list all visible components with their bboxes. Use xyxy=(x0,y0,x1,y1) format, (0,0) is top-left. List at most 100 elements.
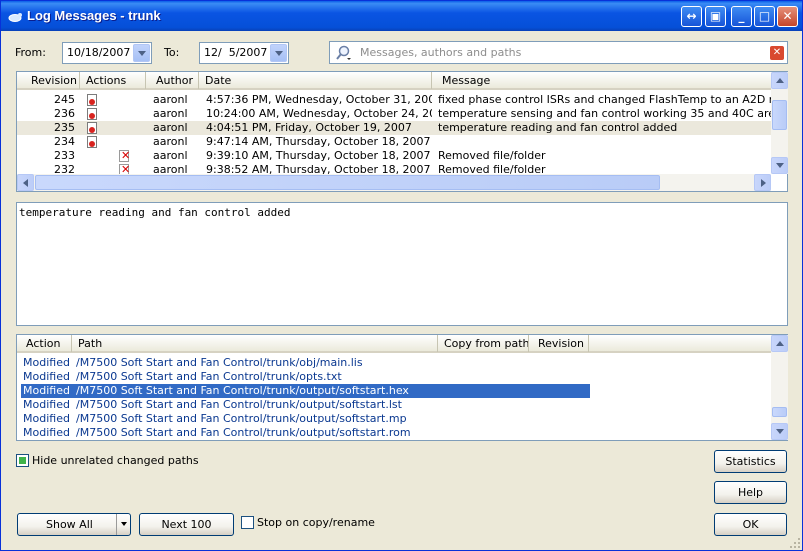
scroll-right-icon[interactable] xyxy=(754,174,771,191)
revision-date: 9:47:14 AM, Thursday, October 18, 2007 xyxy=(206,135,431,148)
revisions-hscrollbar[interactable] xyxy=(17,174,771,191)
scroll-up-icon[interactable] xyxy=(771,72,788,89)
modified-action-icon xyxy=(87,136,97,148)
revision-date: 9:39:10 AM, Thursday, October 18, 2007 xyxy=(206,149,431,162)
col-copy-from-path[interactable]: Copy from path xyxy=(438,335,529,352)
hscroll-thumb[interactable] xyxy=(35,175,660,190)
revision-number: 235 xyxy=(54,121,75,134)
help-button[interactable]: Help xyxy=(714,481,787,504)
from-date-picker[interactable]: 10/18/2007 xyxy=(62,42,152,64)
close-icon[interactable]: ✕ xyxy=(777,6,798,27)
statistics-button[interactable]: Statistics xyxy=(714,450,787,473)
path-action: Modified xyxy=(23,412,70,425)
modified-action-icon xyxy=(87,94,97,106)
stop-on-copy-checkbox[interactable] xyxy=(241,516,254,529)
hide-unrelated-checkbox[interactable] xyxy=(16,454,29,467)
revisions-list[interactable]: Revision Actions Author Date Message 245… xyxy=(16,71,788,192)
revision-message: Removed file/folder xyxy=(438,149,546,162)
col-author[interactable]: Author xyxy=(146,72,199,89)
revision-message: fixed phase control ISRs and changed Fla… xyxy=(438,93,771,106)
revision-author: aaronl xyxy=(153,93,188,106)
path-value: /M7500 Soft Start and Fan Control/trunk/… xyxy=(76,426,411,439)
paths-vscrollbar[interactable] xyxy=(771,335,788,440)
revision-date: 10:24:00 AM, Wednesday, October 24, 2007 xyxy=(206,107,432,120)
next-100-button[interactable]: Next 100 xyxy=(139,513,234,536)
modified-action-icon xyxy=(87,122,97,134)
revision-date: 4:04:51 PM, Friday, October 19, 2007 xyxy=(206,121,412,134)
revision-message: temperature reading and fan control adde… xyxy=(438,121,678,134)
revision-row[interactable]: 245 aaronl 4:57:36 PM, Wednesday, October … xyxy=(17,93,771,107)
scroll-thumb[interactable] xyxy=(772,407,787,417)
scroll-thumb[interactable] xyxy=(772,100,787,130)
col-path-revision[interactable]: Revision xyxy=(529,335,589,352)
hide-unrelated-label[interactable]: Hide unrelated changed paths xyxy=(32,454,199,467)
path-action: Modified xyxy=(23,384,70,397)
col-path[interactable]: Path xyxy=(72,335,438,352)
revision-row[interactable]: 234 aaronl 9:47:14 AM, Thursday, October 1… xyxy=(17,135,771,149)
path-row[interactable]: Modified/M7500 Soft Start and Fan Contro… xyxy=(21,426,590,440)
revision-message: temperature sensing and fan control work… xyxy=(438,107,771,120)
minimize-icon[interactable]: _ xyxy=(731,6,752,27)
search-input[interactable]: Messages, authors and paths ✕ xyxy=(329,41,788,64)
col-date[interactable]: Date xyxy=(199,72,432,89)
path-action: Modified xyxy=(23,356,70,369)
log-messages-window: Log Messages - trunk ↔ ▣ _ □ ✕ From: 10/… xyxy=(0,0,803,551)
revision-row[interactable]: 235 aaronl 4:04:51 PM, Friday, October 19,… xyxy=(17,121,771,135)
from-label: From: xyxy=(15,46,46,59)
message-textarea[interactable]: temperature reading and fan control adde… xyxy=(16,202,788,326)
revisions-header: Revision Actions Author Date Message xyxy=(17,72,771,90)
path-value: /M7500 Soft Start and Fan Control/trunk/… xyxy=(76,384,409,397)
revision-row[interactable]: 236 aaronl 10:24:00 AM, Wednesday, October… xyxy=(17,107,771,121)
restore-window-icon[interactable]: ▣ xyxy=(705,6,726,27)
paths-header: Action Path Copy from path Revision xyxy=(17,335,771,353)
chevron-down-icon[interactable] xyxy=(133,44,150,62)
split-divider xyxy=(116,514,117,535)
scroll-down-icon[interactable] xyxy=(771,157,788,174)
to-date-picker[interactable]: 12/ 5/2007 xyxy=(199,42,289,64)
path-row[interactable]: Modified/M7500 Soft Start and Fan Contro… xyxy=(21,412,590,426)
revision-author: aaronl xyxy=(153,107,188,120)
checkbox-fill-icon xyxy=(19,457,26,464)
col-action[interactable]: Action xyxy=(17,335,72,352)
col-revision[interactable]: Revision xyxy=(17,72,80,89)
revisions-vscrollbar[interactable] xyxy=(771,72,788,174)
revision-author: aaronl xyxy=(153,135,188,148)
path-action: Modified xyxy=(23,426,70,439)
scroll-up-icon[interactable] xyxy=(771,335,788,352)
show-all-button[interactable]: Show All xyxy=(17,513,131,536)
path-action: Modified xyxy=(23,398,70,411)
show-all-label: Show All xyxy=(46,518,93,531)
title-bar[interactable]: Log Messages - trunk ↔ ▣ _ □ ✕ xyxy=(1,1,802,31)
message-text: temperature reading and fan control adde… xyxy=(19,206,291,219)
col-actions[interactable]: Actions xyxy=(80,72,146,89)
search-placeholder: Messages, authors and paths xyxy=(360,46,522,59)
path-row[interactable]: Modified/M7500 Soft Start and Fan Contro… xyxy=(21,398,590,412)
path-value: /M7500 Soft Start and Fan Control/trunk/… xyxy=(76,412,407,425)
extra-window-icon[interactable]: ↔ xyxy=(681,6,702,27)
revision-author: aaronl xyxy=(153,121,188,134)
scroll-left-icon[interactable] xyxy=(17,174,34,191)
revision-number: 236 xyxy=(54,107,75,120)
path-row[interactable]: Modified/M7500 Soft Start and Fan Contro… xyxy=(21,384,590,398)
revision-number: 245 xyxy=(54,93,75,106)
revision-number: 234 xyxy=(54,135,75,148)
scroll-down-icon[interactable] xyxy=(771,423,788,440)
chevron-down-icon[interactable] xyxy=(270,44,287,62)
maximize-icon[interactable]: □ xyxy=(754,6,775,27)
deleted-action-icon xyxy=(119,149,130,163)
revision-number: 233 xyxy=(54,149,75,162)
chevron-down-icon[interactable] xyxy=(121,522,127,526)
path-row[interactable]: Modified/M7500 Soft Start and Fan Contro… xyxy=(21,356,590,370)
path-row[interactable]: Modified/M7500 Soft Start and Fan Contro… xyxy=(21,370,590,384)
clear-search-icon[interactable]: ✕ xyxy=(770,46,784,60)
changed-paths-list[interactable]: Action Path Copy from path Revision Modi… xyxy=(16,334,788,441)
ok-button[interactable]: OK xyxy=(714,513,787,536)
path-value: /M7500 Soft Start and Fan Control/trunk/… xyxy=(76,370,342,383)
revision-row[interactable]: 233 aaronl 9:39:10 AM, Thursday, October 1… xyxy=(17,149,771,163)
col-message[interactable]: Message xyxy=(432,72,771,89)
path-value: /M7500 Soft Start and Fan Control/trunk/… xyxy=(76,398,402,411)
stop-on-copy-label[interactable]: Stop on copy/rename xyxy=(257,516,375,529)
to-label: To: xyxy=(164,46,180,59)
resize-grip-icon[interactable] xyxy=(789,537,801,549)
search-icon[interactable] xyxy=(335,45,353,61)
